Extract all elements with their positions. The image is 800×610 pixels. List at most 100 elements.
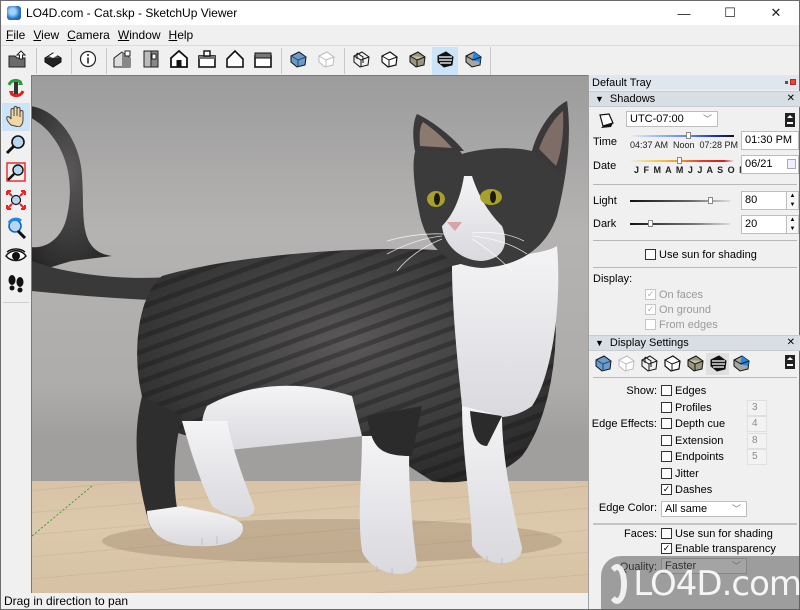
model-viewport[interactable] bbox=[31, 75, 588, 593]
panel-close-icon[interactable]: ✕ bbox=[787, 93, 795, 104]
light-slider-thumb[interactable] bbox=[708, 197, 713, 204]
maximize-button[interactable]: ☐ bbox=[707, 1, 753, 25]
edge-extension-value[interactable]: 8 bbox=[747, 432, 767, 449]
expand-panel-icon[interactable] bbox=[785, 113, 795, 127]
back-edges-style-icon bbox=[316, 49, 336, 72]
menu-window[interactable]: Window bbox=[115, 28, 164, 42]
tray-close-icon[interactable] bbox=[790, 79, 796, 85]
shadows-panel-header[interactable]: ▼ Shadows ✕ bbox=[589, 91, 800, 107]
back-edges-style-button[interactable] bbox=[313, 47, 339, 75]
open-button[interactable] bbox=[5, 47, 31, 75]
panel-shaded-textures-style-button[interactable] bbox=[706, 353, 729, 375]
right-view-icon bbox=[197, 49, 217, 72]
month-labels: J F M A M J J A S O N D bbox=[634, 165, 758, 175]
info-button[interactable] bbox=[75, 47, 101, 75]
front-view-button[interactable] bbox=[166, 47, 192, 75]
edge-dashes-checkbox[interactable]: ✓ bbox=[661, 484, 672, 495]
timezone-dropdown[interactable]: UTC-07:00 ﹀ bbox=[626, 111, 718, 127]
menu-file[interactable]: File bbox=[3, 28, 28, 42]
edge-profiles-checkbox[interactable] bbox=[661, 401, 672, 413]
pan-icon bbox=[5, 105, 27, 130]
monochrome-style-button[interactable] bbox=[460, 47, 486, 75]
left-view-button[interactable] bbox=[250, 47, 276, 75]
orbit-icon bbox=[5, 77, 27, 102]
shaded-style-icon bbox=[407, 49, 427, 72]
faces-use-sun-for-shading-checkbox[interactable] bbox=[661, 528, 672, 539]
light-field[interactable]: 80 bbox=[741, 191, 787, 210]
tray-autohide-icon[interactable] bbox=[785, 80, 788, 84]
zoom-tool[interactable] bbox=[2, 131, 30, 159]
time-slider-thumb[interactable] bbox=[686, 132, 692, 139]
panel-shaded-style-button[interactable] bbox=[683, 353, 706, 375]
edge-color-dropdown[interactable]: All same ﹀ bbox=[661, 501, 747, 517]
edge-endpoints-checkbox[interactable] bbox=[661, 451, 672, 462]
shadow-toggle-icon[interactable] bbox=[597, 113, 615, 129]
wireframe-style-button[interactable] bbox=[348, 47, 374, 75]
panel-back-edges-style-button[interactable] bbox=[614, 353, 637, 375]
menu-help[interactable]: Help bbox=[166, 28, 197, 42]
edge-jitter-checkbox[interactable] bbox=[661, 467, 672, 479]
panel-monochrome-style-button[interactable] bbox=[729, 353, 752, 375]
walk-tool[interactable] bbox=[2, 271, 30, 299]
hidden-line-style-button[interactable] bbox=[376, 47, 402, 75]
menu-camera[interactable]: Camera bbox=[64, 28, 113, 42]
edge-extension-checkbox[interactable] bbox=[661, 434, 672, 446]
panel-hidden-line-style-button[interactable] bbox=[660, 353, 683, 375]
show-label: Show: bbox=[626, 385, 657, 397]
shadows-title: Shadows bbox=[609, 93, 656, 105]
use-sun-checkbox[interactable] bbox=[645, 249, 656, 260]
iso-view-button[interactable] bbox=[110, 47, 136, 75]
pan-tool[interactable] bbox=[2, 103, 30, 131]
date-field[interactable]: 06/21 bbox=[741, 155, 799, 174]
cat-tail bbox=[32, 106, 112, 271]
display-on-ground-checkbox[interactable]: ✓ bbox=[645, 304, 656, 315]
iso-view-icon bbox=[112, 49, 134, 72]
menu-view[interactable]: View bbox=[30, 28, 62, 42]
dark-spinner[interactable]: ▲ ▼ bbox=[787, 215, 799, 234]
look-around-tool[interactable] bbox=[2, 243, 30, 271]
orbit-tool[interactable] bbox=[2, 75, 30, 103]
zoom-window-tool[interactable] bbox=[2, 159, 30, 187]
xray-style-button[interactable] bbox=[285, 47, 311, 75]
right-view-button[interactable] bbox=[194, 47, 220, 75]
back-view-button[interactable] bbox=[222, 47, 248, 75]
panel-close-icon[interactable]: ✕ bbox=[787, 337, 795, 348]
time-slider[interactable] bbox=[630, 135, 734, 137]
edge-edges-checkbox[interactable] bbox=[661, 385, 672, 396]
panel-wireframe-style-button[interactable] bbox=[637, 353, 660, 375]
display-settings-panel-header[interactable]: ▼ Display Settings ✕ bbox=[589, 335, 800, 351]
toolbar-separator bbox=[281, 47, 282, 74]
monochrome-style-icon bbox=[731, 353, 751, 376]
print-button[interactable] bbox=[40, 47, 66, 75]
time-field[interactable]: 01:30 PM bbox=[741, 131, 799, 150]
shaded-textures-style-button[interactable] bbox=[432, 46, 458, 75]
zoom-extents-tool[interactable] bbox=[2, 187, 30, 215]
edge-depth-cue-checkbox[interactable] bbox=[661, 418, 672, 429]
expand-panel-icon[interactable] bbox=[785, 355, 795, 369]
edge-profiles-value[interactable]: 3 bbox=[747, 399, 767, 416]
display-from-edges-checkbox[interactable] bbox=[645, 319, 656, 330]
main-toolbar bbox=[1, 45, 799, 75]
dark-slider[interactable] bbox=[630, 223, 730, 225]
window-title: LO4D.com - Cat.skp - SketchUp Viewer bbox=[26, 6, 238, 20]
close-button[interactable]: ✕ bbox=[753, 1, 799, 25]
display-on-faces-checkbox[interactable]: ✓ bbox=[645, 289, 656, 300]
previous-view-tool[interactable] bbox=[2, 215, 30, 243]
edge-endpoints-value[interactable]: 5 bbox=[747, 449, 767, 465]
dark-field[interactable]: 20 bbox=[741, 215, 787, 234]
edge-depth-cue-value[interactable]: 4 bbox=[747, 416, 767, 432]
calendar-icon[interactable] bbox=[787, 159, 796, 169]
minimize-button[interactable]: — bbox=[661, 1, 707, 25]
light-spinner[interactable]: ▲ ▼ bbox=[787, 191, 799, 210]
panel-xray-style-button[interactable] bbox=[591, 353, 614, 375]
faces-enable-transparency-checkbox[interactable]: ✓ bbox=[661, 543, 672, 554]
shaded-style-button[interactable] bbox=[404, 47, 430, 75]
default-tray: Default Tray ▼ Shadows ✕ UTC-07:00 ﹀ Tim… bbox=[588, 75, 800, 609]
top-view-button[interactable] bbox=[138, 47, 164, 75]
date-slider-thumb[interactable] bbox=[676, 157, 682, 164]
edge-option-label: Extension bbox=[675, 434, 724, 447]
dark-slider-thumb[interactable] bbox=[648, 220, 653, 227]
walk-icon bbox=[5, 273, 27, 298]
date-slider[interactable] bbox=[630, 160, 734, 162]
light-slider[interactable] bbox=[630, 200, 730, 202]
